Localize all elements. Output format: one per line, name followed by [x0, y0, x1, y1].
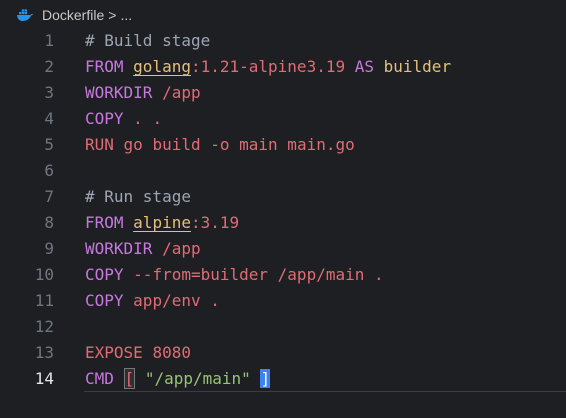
breadcrumb-file[interactable]: Dockerfile — [42, 7, 104, 23]
argument: /app — [162, 239, 201, 258]
code-line[interactable]: RUN go build -o main main.go — [85, 132, 566, 158]
line-number: 5 — [44, 135, 54, 154]
line-number: 3 — [44, 83, 54, 102]
instruction-keyword: FROM — [85, 57, 124, 76]
code-line[interactable]: WORKDIR /app — [85, 236, 566, 262]
instruction-keyword: WORKDIR — [85, 239, 153, 258]
line-number: 11 — [34, 291, 54, 310]
string-literal: "/app/main" — [144, 369, 251, 388]
instruction-keyword: COPY — [85, 291, 124, 310]
code-line-current[interactable]: CMD [ "/app/main" ] — [84, 366, 566, 392]
argument: go build -o main main.go — [123, 135, 355, 154]
breadcrumb: Dockerfile > ... — [0, 0, 566, 30]
line-number: 7 — [44, 187, 54, 206]
code-line[interactable]: COPY . . — [85, 106, 566, 132]
image-tag: :1.21-alpine3.19 — [190, 57, 346, 76]
line-number: 4 — [44, 109, 54, 128]
line-number: 9 — [44, 239, 54, 258]
code-editor[interactable]: Dockerfile > ... 1 2 3 4 5 6 7 8 9 10 11… — [0, 0, 566, 418]
code-line[interactable]: FROM golang:1.21-alpine3.19 AS builder — [85, 54, 566, 80]
line-number: 2 — [44, 57, 54, 76]
code-line-empty[interactable] — [85, 314, 566, 340]
image-name: golang — [133, 57, 191, 76]
line-number: 12 — [34, 317, 54, 336]
instruction-keyword: COPY — [85, 109, 124, 128]
as-keyword: AS — [354, 57, 374, 76]
code-line-empty[interactable] — [85, 158, 566, 184]
comment: # Build stage — [85, 31, 211, 50]
code-line[interactable]: # Build stage — [85, 28, 566, 54]
breadcrumb-more[interactable]: ... — [120, 7, 132, 23]
breadcrumb-separator: > — [108, 7, 117, 23]
open-bracket: [ — [123, 368, 136, 389]
line-number: 1 — [44, 31, 54, 50]
instruction-keyword: CMD — [85, 369, 114, 388]
code-line[interactable]: EXPOSE 8080 — [85, 340, 566, 366]
image-name: alpine — [133, 213, 191, 232]
line-number-active: 14 — [34, 369, 54, 388]
line-number: 10 — [34, 265, 54, 284]
line-number: 13 — [34, 343, 54, 362]
argument: app/env . — [133, 291, 220, 310]
code-line[interactable]: # Run stage — [85, 184, 566, 210]
line-number-gutter: 1 2 3 4 5 6 7 8 9 10 11 12 13 14 — [0, 28, 60, 392]
instruction-keyword: FROM — [85, 213, 124, 232]
argument: /app — [162, 83, 201, 102]
docker-whale-icon — [16, 8, 34, 22]
code-line[interactable]: FROM alpine:3.19 — [85, 210, 566, 236]
code-area[interactable]: # Build stage FROM golang:1.21-alpine3.1… — [84, 28, 566, 392]
text-cursor: ] — [260, 369, 271, 388]
stage-alias: builder — [383, 57, 452, 76]
instruction-keyword: COPY — [85, 265, 124, 284]
port-number: 8080 — [152, 343, 191, 362]
instruction-keyword: WORKDIR — [85, 83, 153, 102]
argument: . . — [133, 109, 163, 128]
code-line[interactable]: COPY --from=builder /app/main . — [85, 262, 566, 288]
line-number: 6 — [44, 161, 54, 180]
code-line[interactable]: COPY app/env . — [85, 288, 566, 314]
image-tag: :3.19 — [190, 213, 240, 232]
code-line[interactable]: WORKDIR /app — [85, 80, 566, 106]
line-number: 8 — [44, 213, 54, 232]
instruction-keyword: RUN — [85, 135, 114, 154]
comment: # Run stage — [85, 187, 191, 206]
argument: --from=builder /app/main . — [133, 265, 384, 284]
instruction-keyword: EXPOSE — [85, 343, 143, 362]
